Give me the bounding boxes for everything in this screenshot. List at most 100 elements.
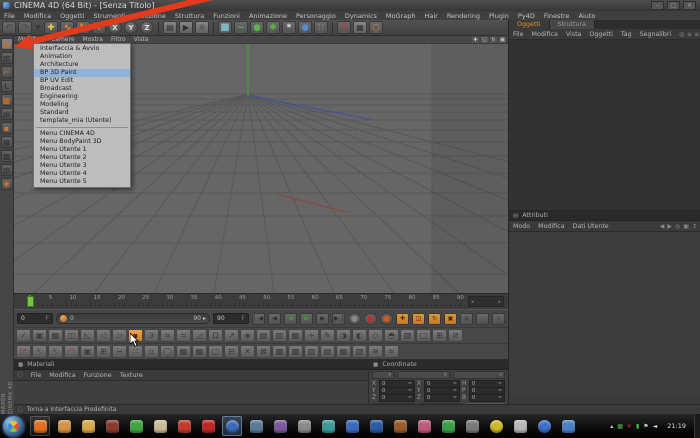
menu-animazione[interactable]: Animazione <box>249 12 287 20</box>
pt-pages-icon[interactable] <box>64 329 79 342</box>
add-deformer-icon[interactable] <box>282 21 296 34</box>
pt-half-icon[interactable] <box>336 329 351 342</box>
pt-canvas-icon[interactable] <box>32 329 47 342</box>
taskbar-app-folder[interactable] <box>78 416 98 436</box>
vp-menu-vista[interactable]: Vista <box>134 36 149 43</box>
st-dots-icon[interactable] <box>112 345 127 358</box>
pt-grid-icon[interactable] <box>48 329 63 342</box>
tray-expand-icon[interactable]: ▴ <box>610 423 613 430</box>
tray-volume-icon[interactable]: ◄ <box>653 423 658 430</box>
add-array-icon[interactable] <box>266 21 280 34</box>
left-tool-icon-8[interactable] <box>0 136 13 148</box>
taskbar-app-19[interactable] <box>462 416 482 436</box>
add-spline-icon[interactable] <box>234 21 248 34</box>
taskbar-app-8[interactable] <box>198 416 218 436</box>
layout-item-bp3dpaint[interactable]: BP 3D Paint <box>34 69 130 77</box>
vp-zoom-icon[interactable]: ◱ <box>481 37 488 43</box>
taskbar-app-11[interactable] <box>270 416 290 436</box>
layout-item-interfaccia[interactable]: Interfaccia & Avvio <box>34 45 130 53</box>
taskbar-app-10[interactable] <box>246 416 266 436</box>
axis-x-lock-button[interactable]: X <box>108 21 122 34</box>
timeline-options-handle[interactable] <box>492 312 505 325</box>
layout-item-menu-utente1[interactable]: Menu Utente 1 <box>34 146 130 154</box>
taskbar-app-firefox[interactable] <box>30 416 50 436</box>
pt-check-icon[interactable] <box>16 329 31 342</box>
minimize-button[interactable]: – <box>651 1 664 10</box>
object-list[interactable] <box>509 40 700 211</box>
pt-diamond-icon[interactable] <box>368 329 383 342</box>
pt-pen-icon[interactable] <box>320 329 335 342</box>
left-tool-icon-3[interactable] <box>0 66 13 78</box>
menu-funzioni[interactable]: Funzioni <box>213 12 240 20</box>
record-keyframe-button[interactable] <box>364 312 377 325</box>
st-select-live-icon[interactable] <box>16 345 31 358</box>
menu-finestre[interactable]: Finestre <box>544 12 570 20</box>
menu-strumenti[interactable]: Strumenti <box>93 12 125 20</box>
add-cube-icon[interactable] <box>218 21 232 34</box>
materials-checkbox-icon[interactable]: ▢ <box>18 372 23 378</box>
st-select-poly-icon[interactable] <box>64 345 79 358</box>
taskbar-app-7[interactable] <box>174 416 194 436</box>
st-frame-icon[interactable] <box>80 345 95 358</box>
scale-tool-icon[interactable] <box>60 21 74 34</box>
close-button[interactable]: ✕ <box>683 1 696 10</box>
ring-icon[interactable] <box>369 21 383 34</box>
menu-hair[interactable]: Hair <box>424 12 437 20</box>
left-tool-icon-2[interactable] <box>0 52 13 64</box>
attr-menu-dati-utente[interactable]: Dati Utente <box>572 223 608 230</box>
st-box-icon[interactable] <box>208 345 223 358</box>
layout-item-animation[interactable]: Animation <box>34 53 130 61</box>
frame-range-slider[interactable]: 0 90 ▸ <box>56 313 210 324</box>
st-hatch-icon[interactable] <box>304 345 319 358</box>
left-tool-icon-5[interactable] <box>0 94 13 106</box>
taskbar-app-20[interactable] <box>486 416 506 436</box>
layout-item-menu-c4d[interactable]: Menu CINEMA 4D <box>34 130 130 138</box>
next-key-button[interactable] <box>316 312 329 325</box>
st-grid2-icon[interactable] <box>192 345 207 358</box>
layout-item-architecture[interactable]: Architecture <box>34 61 130 69</box>
layout-item-menu-bodypaint[interactable]: Menu BodyPaint 3D <box>34 138 130 146</box>
axis-y-lock-button[interactable]: Y <box>124 21 138 34</box>
taskbar-app-17[interactable] <box>414 416 434 436</box>
range-slider-knob[interactable] <box>60 315 67 322</box>
pt-omega-icon[interactable] <box>208 329 223 342</box>
layout-item-bpuvedit[interactable]: BP UV Edit <box>34 77 130 85</box>
attr-menu-modo[interactable]: Modo <box>513 223 530 230</box>
pt-half2-icon[interactable] <box>352 329 367 342</box>
st-hatch2-icon[interactable] <box>352 345 367 358</box>
coord-size-z-field[interactable]: 0 ◂▸ <box>424 393 460 402</box>
layout-item-broadcast[interactable]: Broadcast <box>34 85 130 93</box>
taskbar-app-2[interactable] <box>54 416 74 436</box>
key-parameter-toggle[interactable] <box>444 312 457 325</box>
previous-key-button[interactable] <box>268 312 281 325</box>
left-tool-icon-7[interactable] <box>0 122 13 134</box>
coord-rot-b-field[interactable]: 0 ◂▸ <box>469 393 505 402</box>
pt-hatch-icon[interactable] <box>400 329 415 342</box>
vp-menu-mostra[interactable]: Mostra <box>83 36 103 43</box>
menu-plugin[interactable]: Plugin <box>489 12 509 20</box>
menu-struttura[interactable]: Struttura <box>175 12 204 20</box>
coord-mode-icon-dropdown[interactable]: ▾ <box>372 371 394 379</box>
layout-item-menu-utente4[interactable]: Menu Utente 4 <box>34 170 130 178</box>
attr-search-icon[interactable]: ◎ <box>675 223 680 230</box>
tab-struttura[interactable]: Struttura <box>549 20 595 29</box>
menu-mograph[interactable]: MoGraph <box>386 12 416 20</box>
pt-plane-icon[interactable] <box>112 329 127 342</box>
pt-square-icon[interactable] <box>416 329 431 342</box>
st-fill2-icon[interactable] <box>288 345 303 358</box>
maximize-button[interactable]: ▢ <box>667 1 680 10</box>
pt-sphere-icon[interactable] <box>384 329 399 342</box>
vp-pan-icon[interactable]: ✚ <box>472 37 479 43</box>
frame-end-field[interactable]: 90 F <box>213 313 249 324</box>
key-rotation-toggle[interactable] <box>428 312 441 325</box>
st-dots2-icon[interactable] <box>128 345 143 358</box>
taskbar-app-5[interactable] <box>126 416 146 436</box>
taskbar-app-cinema4d[interactable] <box>222 416 242 436</box>
taskbar-app-12[interactable] <box>294 416 314 436</box>
om-filter-icon[interactable]: ≡ <box>694 31 699 38</box>
layout-item-modeling[interactable]: Modeling <box>34 101 130 109</box>
taskbar-clock[interactable]: 21:19 <box>661 422 692 430</box>
taskbar-app-13[interactable] <box>318 416 338 436</box>
pt-active-paint-icon[interactable] <box>128 329 143 342</box>
calculator-icon[interactable] <box>353 21 367 34</box>
